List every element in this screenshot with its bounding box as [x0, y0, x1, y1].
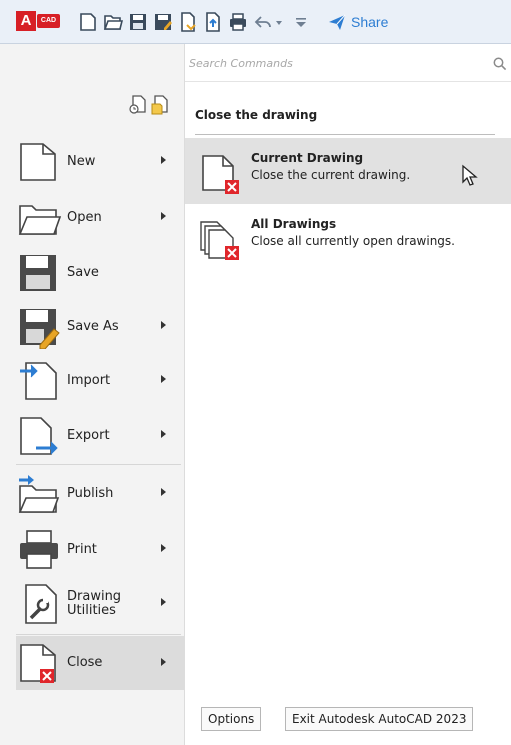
save-icon[interactable] [128, 11, 148, 33]
menu-item-export[interactable]: Export [18, 412, 183, 460]
menu-item-label: Publish [67, 486, 114, 501]
open-documents-icon [151, 95, 168, 115]
close-submenu-panel: Close the drawing Current Drawing Close … [185, 94, 511, 745]
search-commands-input[interactable] [189, 52, 479, 74]
close-current-drawing-icon [199, 152, 243, 196]
open-folder-icon [18, 196, 62, 240]
drawing-utilities-wrench-icon [18, 582, 62, 626]
search-bar [185, 44, 511, 82]
menu-item-label: Close [67, 655, 103, 670]
menu-item-label: Export [67, 428, 110, 443]
export-icon [18, 414, 62, 458]
exit-autocad-button[interactable]: Exit Autodesk AutoCAD 2023 [285, 707, 474, 731]
open-icon[interactable] [103, 11, 123, 33]
menu-item-label: Save [67, 265, 99, 280]
menu-item-label: Import [67, 373, 111, 388]
menu-item-label: Open [67, 210, 102, 225]
share-label: Share [351, 14, 389, 30]
recent-documents-icon [129, 95, 146, 114]
save-as-disk-icon [18, 305, 62, 349]
submenu-arrow-icon [161, 658, 166, 666]
submenu-arrow-icon [161, 430, 166, 438]
share-button[interactable]: Share [328, 12, 388, 32]
menu-item-import[interactable]: Import [18, 357, 183, 405]
menu-item-save[interactable]: Save [18, 249, 183, 297]
options-button[interactable]: Options [201, 707, 262, 731]
close-all-drawings-icon [199, 218, 243, 262]
option-title: All Drawings [251, 217, 337, 231]
menu-item-label: New [67, 154, 96, 169]
menu-separator [16, 634, 181, 635]
share-icon [329, 14, 346, 30]
panel-divider [195, 134, 495, 135]
search-icon[interactable] [493, 57, 507, 71]
menu-item-publish[interactable]: Publish [18, 470, 183, 518]
menu-item-label: Drawing Utilities [67, 589, 122, 618]
submenu-arrow-icon [161, 488, 166, 496]
undo-icon[interactable] [253, 11, 273, 33]
save-as-icon[interactable] [153, 11, 173, 33]
customize-icon[interactable] [294, 11, 308, 33]
menu-item-save-as[interactable]: Save As [18, 303, 183, 351]
mouse-cursor-icon [462, 164, 478, 186]
new-document-icon [18, 140, 62, 184]
publish-icon [18, 472, 62, 516]
import-icon [18, 359, 62, 403]
quick-access-toolbar: A CAD Share [0, 0, 511, 44]
submenu-arrow-icon [161, 212, 166, 220]
menu-item-drawing-utilities[interactable]: Drawing Utilities [18, 580, 183, 628]
new-icon[interactable] [78, 11, 98, 33]
menu-item-close[interactable]: Close [16, 636, 185, 690]
submenu-arrow-icon [161, 375, 166, 383]
menu-item-label: Print [67, 542, 97, 557]
menu-item-new[interactable]: New [18, 138, 183, 186]
option-title: Current Drawing [251, 151, 364, 165]
submenu-arrow-icon [161, 544, 166, 552]
option-description: Close all currently open drawings. [251, 234, 455, 248]
option-description: Close the current drawing. [251, 168, 411, 182]
print-icon[interactable] [228, 11, 248, 33]
close-drawing-icon [18, 641, 62, 685]
dropdown-icon[interactable] [274, 11, 284, 33]
submenu-arrow-icon [161, 321, 166, 329]
menu-item-open[interactable]: Open [18, 194, 183, 242]
autocad-badge: CAD [37, 14, 60, 28]
menu-item-print[interactable]: Print [18, 526, 183, 574]
submenu-arrow-icon [161, 598, 166, 606]
menu-footer: Options Exit Autodesk AutoCAD 2023 [185, 690, 511, 745]
save-web-icon[interactable] [203, 11, 223, 33]
application-menu-button[interactable]: A CAD [16, 11, 70, 31]
autocad-logo: A [16, 11, 36, 31]
panel-title: Close the drawing [195, 108, 318, 122]
application-menu: New Open Save Save As Import Export Publ… [0, 44, 185, 745]
option-current-drawing[interactable]: Current Drawing Close the current drawin… [185, 138, 511, 204]
save-disk-icon [18, 251, 62, 295]
menu-item-label: Save As [67, 319, 119, 334]
submenu-arrow-icon [161, 156, 166, 164]
recent-documents-icons [129, 95, 168, 115]
open-web-icon[interactable] [178, 11, 198, 33]
menu-separator [16, 464, 181, 465]
option-all-drawings[interactable]: All Drawings Close all currently open dr… [185, 204, 511, 270]
printer-icon [18, 528, 62, 572]
